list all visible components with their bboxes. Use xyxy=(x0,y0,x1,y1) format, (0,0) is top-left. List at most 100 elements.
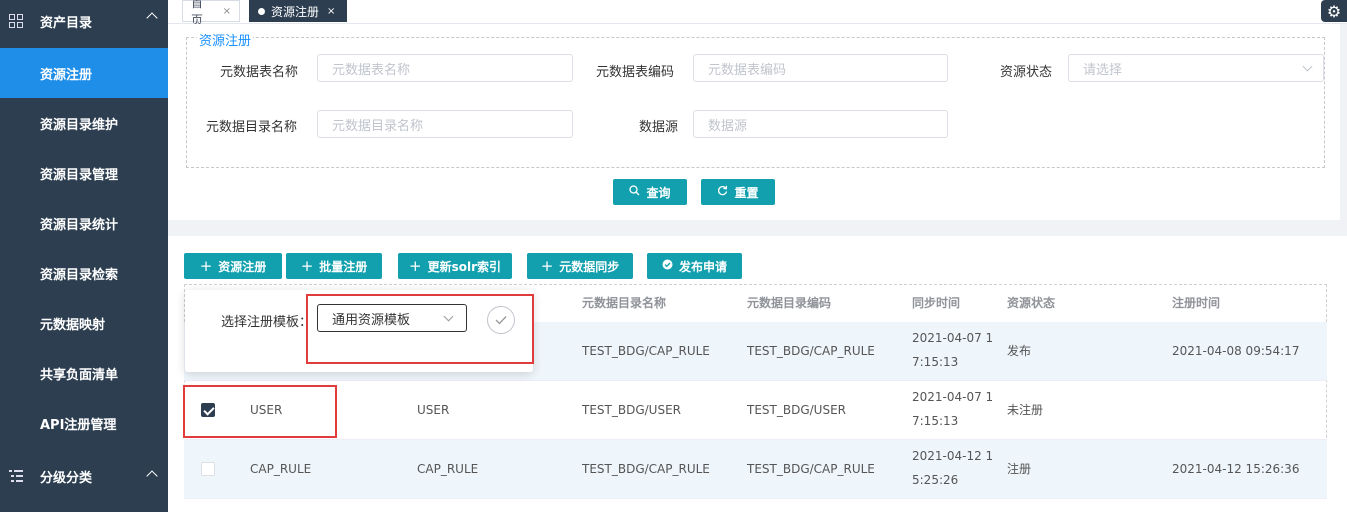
register-button[interactable]: + 资源注册 xyxy=(184,253,282,279)
cell-status: 注册 xyxy=(1007,462,1032,476)
plus-icon: + xyxy=(540,257,554,275)
table-row[interactable]: USER USER TEST_BDG/USER TEST_BDG/USER 20… xyxy=(184,381,1327,440)
query-label: 查询 xyxy=(646,185,671,200)
cell-status: 未注册 xyxy=(1007,403,1044,417)
publish-label: 发布申请 xyxy=(678,259,727,274)
search-icon xyxy=(629,185,640,199)
close-icon[interactable]: × xyxy=(223,6,231,17)
close-icon[interactable]: × xyxy=(327,6,335,17)
cell-name: CAP_RULE xyxy=(250,462,312,476)
solr-label: 更新solr索引 xyxy=(427,259,501,274)
column-header-sync-time: 同步时间 xyxy=(912,296,961,310)
refresh-icon xyxy=(717,185,728,199)
sidebar-item-resource-register[interactable]: 资源注册 xyxy=(0,48,168,98)
sidebar-item-catalog-search[interactable]: 资源目录检索 xyxy=(0,248,168,298)
catalog-name-label: 元数据目录名称 xyxy=(206,120,298,135)
sidebar-group-label: 资产目录 xyxy=(40,15,93,31)
search-legend: 资源注册 xyxy=(197,30,254,49)
cell-catalog-name: TEST_BDG/USER xyxy=(582,403,681,417)
batch-register-button[interactable]: + 批量注册 xyxy=(286,253,382,279)
sidebar: 资产目录 资源注册 资源目录维护 资源目录管理 资源目录统计 资源目录检索 元数… xyxy=(0,0,168,512)
cell-catalog-name: TEST_BDG/CAP_RULE xyxy=(582,344,710,358)
reset-button[interactable]: 重置 xyxy=(701,179,775,205)
gear-icon[interactable]: ⚙ xyxy=(1321,0,1347,22)
plus-icon: + xyxy=(300,257,314,275)
table-name-input[interactable]: 元数据表名称 xyxy=(317,54,573,82)
cell-sync-time-line2: 7:15:13 xyxy=(912,414,959,428)
query-button[interactable]: 查询 xyxy=(613,179,687,205)
publish-request-button[interactable]: 发布申请 xyxy=(647,253,742,279)
sidebar-item-metadata-mapping[interactable]: 元数据映射 xyxy=(0,298,168,348)
table-panel: + 资源注册 + 批量注册 + 更新solr索引 + 元数据同步 发布申请 元数… xyxy=(168,236,1347,512)
tab-resource-register[interactable]: 资源注册 × xyxy=(249,0,347,22)
cell-reg-time: 2021-04-08 09:54:17 xyxy=(1172,344,1300,358)
catalog-name-input[interactable]: 元数据目录名称 xyxy=(317,110,573,138)
cell-catalog-code: TEST_BDG/USER xyxy=(747,403,846,417)
cell-code: CAP_RULE xyxy=(417,462,479,476)
cell-reg-time: 2021-04-12 15:26:36 xyxy=(1172,462,1300,476)
plus-icon: + xyxy=(409,257,422,275)
tab-home[interactable]: 首页 × xyxy=(182,0,240,27)
table-code-input[interactable]: 元数据表编码 xyxy=(693,54,948,82)
chevron-down-icon xyxy=(1302,61,1313,72)
cell-sync-time-line2: 7:15:13 xyxy=(912,355,959,369)
sidebar-item-catalog-manage[interactable]: 资源目录管理 xyxy=(0,148,168,198)
column-header-reg-time: 注册时间 xyxy=(1172,296,1221,310)
sidebar-item-label: 元数据映射 xyxy=(40,317,106,333)
sidebar-item-api-register[interactable]: API注册管理 xyxy=(0,398,168,448)
sidebar-item-label: 资源目录管理 xyxy=(40,167,119,183)
placeholder: 元数据目录名称 xyxy=(332,118,424,134)
placeholder: 请选择 xyxy=(1083,62,1123,78)
status-label: 资源状态 xyxy=(1000,65,1053,80)
sync-label: 元数据同步 xyxy=(559,259,620,274)
sidebar-item-label: API注册管理 xyxy=(40,417,117,433)
status-select[interactable]: 请选择 xyxy=(1068,54,1324,82)
sidebar-item-label: 共享负面清单 xyxy=(40,367,119,383)
chevron-up-icon xyxy=(146,470,158,482)
active-dot-icon xyxy=(258,7,265,15)
sidebar-item-label: 资源目录统计 xyxy=(40,217,119,233)
cell-catalog-name: TEST_BDG/CAP_RULE xyxy=(582,462,710,476)
tab-label: 资源注册 xyxy=(271,4,320,19)
column-header-catalog-name: 元数据目录名称 xyxy=(582,296,667,310)
chevron-up-icon xyxy=(146,12,158,24)
sidebar-item-label: 资源目录检索 xyxy=(40,267,119,283)
sidebar-item-negative-list[interactable]: 共享负面清单 xyxy=(0,348,168,398)
register-label: 资源注册 xyxy=(218,259,267,274)
sidebar-item-label: 资源注册 xyxy=(40,67,93,83)
sidebar-group-classification[interactable]: 分级分类 xyxy=(0,448,168,504)
metadata-sync-button[interactable]: + 元数据同步 xyxy=(527,253,633,279)
tree-icon xyxy=(8,468,24,484)
batch-label: 批量注册 xyxy=(319,259,368,274)
update-solr-button[interactable]: + 更新solr索引 xyxy=(398,253,512,279)
datasource-input[interactable]: 数据源 xyxy=(693,110,948,138)
cell-catalog-code: TEST_BDG/CAP_RULE xyxy=(747,462,875,476)
sidebar-item-catalog-maintain[interactable]: 资源目录维护 xyxy=(0,98,168,148)
template-label: 选择注册模板： xyxy=(221,315,313,330)
tab-bar: 首页 × 资源注册 × ⚙ xyxy=(168,0,1347,27)
column-header-status: 资源状态 xyxy=(1007,296,1056,310)
highlight-box-row xyxy=(183,385,337,438)
sidebar-item-label: 资源目录维护 xyxy=(40,117,119,133)
table-name-label: 元数据表名称 xyxy=(220,65,299,80)
datasource-label: 数据源 xyxy=(639,120,679,135)
cell-sync-time-line2: 5:25:26 xyxy=(912,473,959,487)
cell-sync-time-line1: 2021-04-07 1 xyxy=(912,331,994,345)
cell-catalog-code: TEST_BDG/CAP_RULE xyxy=(747,344,875,358)
sidebar-group-label: 分级分类 xyxy=(40,470,93,486)
placeholder: 元数据表名称 xyxy=(332,62,411,78)
sidebar-group-asset-catalog[interactable]: 资产目录 xyxy=(0,0,168,42)
placeholder: 数据源 xyxy=(708,118,748,134)
search-panel: 资源注册 元数据表名称 元数据表名称 元数据表编码 元数据表编码 资源状态 请选… xyxy=(168,24,1340,220)
grid-icon xyxy=(8,13,24,29)
cell-sync-time-line1: 2021-04-12 1 xyxy=(912,449,994,463)
table-code-label: 元数据表编码 xyxy=(596,65,675,80)
placeholder: 元数据表编码 xyxy=(708,62,787,78)
sidebar-item-catalog-stats[interactable]: 资源目录统计 xyxy=(0,198,168,248)
plus-icon: + xyxy=(199,257,213,275)
cell-status: 发布 xyxy=(1007,344,1032,358)
reset-label: 重置 xyxy=(734,185,759,200)
table-row[interactable]: CAP_RULE CAP_RULE TEST_BDG/CAP_RULE TEST… xyxy=(184,440,1327,499)
row-checkbox[interactable] xyxy=(201,462,215,476)
highlight-box-template xyxy=(306,294,534,364)
